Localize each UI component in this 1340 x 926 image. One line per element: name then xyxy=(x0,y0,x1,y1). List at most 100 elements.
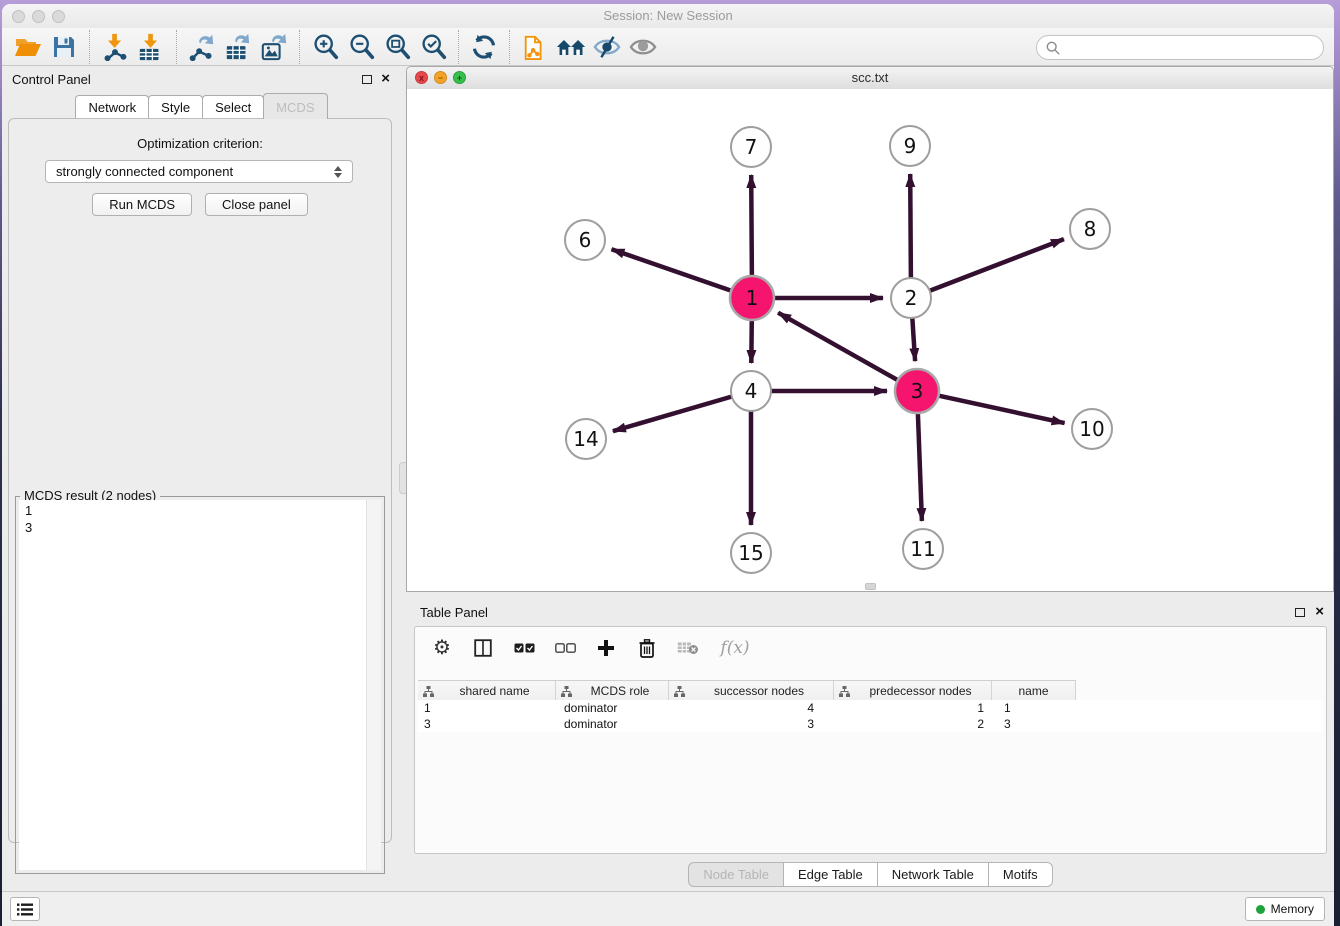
function-builder-button[interactable]: f(x) xyxy=(718,636,752,660)
birds-eye-view-button[interactable] xyxy=(625,31,661,63)
column-header-successor-nodes[interactable]: successor nodes xyxy=(669,681,834,701)
network-window-title: scc.txt xyxy=(407,70,1333,85)
toggle-column-panel-button[interactable] xyxy=(472,636,494,660)
graph-edge-2-3[interactable] xyxy=(912,316,915,361)
graph-node-1[interactable]: 1 xyxy=(730,276,774,320)
close-panel-icon[interactable]: × xyxy=(381,70,390,87)
graph-edge-3-11[interactable] xyxy=(918,411,922,521)
graph-edge-3-1[interactable] xyxy=(778,313,900,382)
duplicate-network-button[interactable] xyxy=(517,31,553,63)
column-header-mcds-role[interactable]: MCDS role xyxy=(556,681,669,701)
graph-node-6[interactable]: 6 xyxy=(565,220,605,260)
float-table-panel-icon[interactable] xyxy=(1295,608,1305,617)
zoom-out-button[interactable] xyxy=(343,31,379,63)
graph-node-15[interactable]: 15 xyxy=(731,533,771,573)
graph-node-14[interactable]: 14 xyxy=(566,419,606,459)
table-panel: Table Panel × ⚙ xyxy=(406,600,1334,892)
checked-boxes-icon xyxy=(514,643,535,654)
table-panel-title: Table Panel xyxy=(420,605,488,620)
graph-edge-3-10[interactable] xyxy=(937,395,1065,423)
table-cell[interactable]: dominator xyxy=(556,716,669,732)
plus-icon xyxy=(597,639,615,657)
export-network-button[interactable] xyxy=(184,31,220,63)
open-session-button[interactable] xyxy=(10,31,46,63)
graph-edge-4-14[interactable] xyxy=(613,396,734,431)
graph-node-3[interactable]: 3 xyxy=(895,369,939,413)
apply-layout-button[interactable] xyxy=(466,31,502,63)
mcds-result-text[interactable]: 13 xyxy=(19,500,381,870)
close-panel-button[interactable]: Close panel xyxy=(205,193,308,216)
graph-node-4[interactable]: 4 xyxy=(731,371,771,411)
network-window-titlebar: x − + scc.txt xyxy=(407,67,1333,90)
graph-node-2[interactable]: 2 xyxy=(891,278,931,318)
table-settings-button[interactable]: ⚙ xyxy=(431,636,453,660)
graph-node-9[interactable]: 9 xyxy=(890,126,930,166)
table-cell[interactable]: 3 xyxy=(418,716,556,732)
table-cell[interactable]: 1 xyxy=(992,700,1076,716)
delete-table-button[interactable] xyxy=(677,636,699,660)
deselect-all-button[interactable] xyxy=(554,636,576,660)
select-all-button[interactable] xyxy=(513,636,535,660)
tab-mcds[interactable]: MCDS xyxy=(263,93,327,119)
memory-button[interactable]: Memory xyxy=(1245,897,1325,921)
table-row[interactable]: 1dominator411 xyxy=(418,700,1323,716)
column-header-shared-name[interactable]: shared name xyxy=(418,681,556,701)
import-table-button[interactable] xyxy=(133,31,169,63)
graph-edge-1-4[interactable] xyxy=(751,318,752,363)
toolbar-separator xyxy=(458,30,459,64)
column-header-predecessor-nodes[interactable]: predecessor nodes xyxy=(834,681,992,701)
table-cell[interactable]: 3 xyxy=(992,716,1076,732)
graph-edge-2-9[interactable] xyxy=(910,174,911,280)
tab-network-table[interactable]: Network Table xyxy=(877,862,989,887)
tab-style[interactable]: Style xyxy=(148,95,203,119)
table-row[interactable]: 3dominator323 xyxy=(418,716,1323,732)
search-input[interactable] xyxy=(1064,37,1323,59)
save-session-button[interactable] xyxy=(46,31,82,63)
export-image-button[interactable] xyxy=(256,31,292,63)
graph-node-8[interactable]: 8 xyxy=(1070,209,1110,249)
zoom-in-button[interactable] xyxy=(307,31,343,63)
graph-node-11[interactable]: 11 xyxy=(903,529,943,569)
first-neighbors-button[interactable] xyxy=(553,31,589,63)
canvas-scrollbar-handle[interactable] xyxy=(865,583,876,590)
criterion-dropdown[interactable]: strongly connected component xyxy=(45,160,353,183)
memory-label: Memory xyxy=(1271,902,1314,916)
tab-select[interactable]: Select xyxy=(202,95,264,119)
unchecked-boxes-icon xyxy=(555,643,576,654)
table-cell[interactable]: dominator xyxy=(556,700,669,716)
run-mcds-button[interactable]: Run MCDS xyxy=(92,193,192,216)
graph-edge-1-7[interactable] xyxy=(751,175,752,278)
table-cell[interactable]: 2 xyxy=(834,716,992,732)
zoom-fit-button[interactable] xyxy=(379,31,415,63)
table-cell[interactable]: 1 xyxy=(418,700,556,716)
task-history-button[interactable] xyxy=(10,897,40,921)
float-panel-icon[interactable] xyxy=(362,75,372,84)
graphics-details-button[interactable] xyxy=(589,31,625,63)
zoom-selected-button[interactable] xyxy=(415,31,451,63)
delete-column-button[interactable] xyxy=(636,636,658,660)
graph-edge-1-6[interactable] xyxy=(612,249,734,291)
import-network-button[interactable] xyxy=(97,31,133,63)
graph-node-label: 2 xyxy=(905,286,918,310)
graph-node-7[interactable]: 7 xyxy=(731,127,771,167)
import-network-icon xyxy=(101,33,129,61)
mcds-result-box: MCDS result (2 nodes) 13 xyxy=(15,496,385,874)
status-bar: Memory xyxy=(2,891,1334,926)
column-header-name[interactable]: name xyxy=(992,681,1076,701)
close-table-panel-icon[interactable]: × xyxy=(1315,603,1324,620)
graph-node-10[interactable]: 10 xyxy=(1072,409,1112,449)
add-column-button[interactable] xyxy=(595,636,617,660)
tab-network[interactable]: Network xyxy=(75,95,149,119)
export-table-button[interactable] xyxy=(220,31,256,63)
table-cell[interactable]: 1 xyxy=(834,700,992,716)
tab-edge-table[interactable]: Edge Table xyxy=(783,862,878,887)
column-header-label: successor nodes xyxy=(685,684,833,698)
table-cell[interactable]: 3 xyxy=(669,716,834,732)
graph-edge-2-8[interactable] xyxy=(928,239,1064,291)
tab-node-table[interactable]: Node Table xyxy=(688,862,784,887)
network-graph[interactable]: 1 2 3 4 6 7 8 9 10 11 14 15 xyxy=(407,89,1333,591)
table-cell[interactable]: 4 xyxy=(669,700,834,716)
tab-motifs[interactable]: Motifs xyxy=(988,862,1053,887)
result-scrollbar[interactable] xyxy=(366,500,381,870)
network-canvas[interactable]: 1 2 3 4 6 7 8 9 10 11 14 15 xyxy=(407,89,1333,591)
